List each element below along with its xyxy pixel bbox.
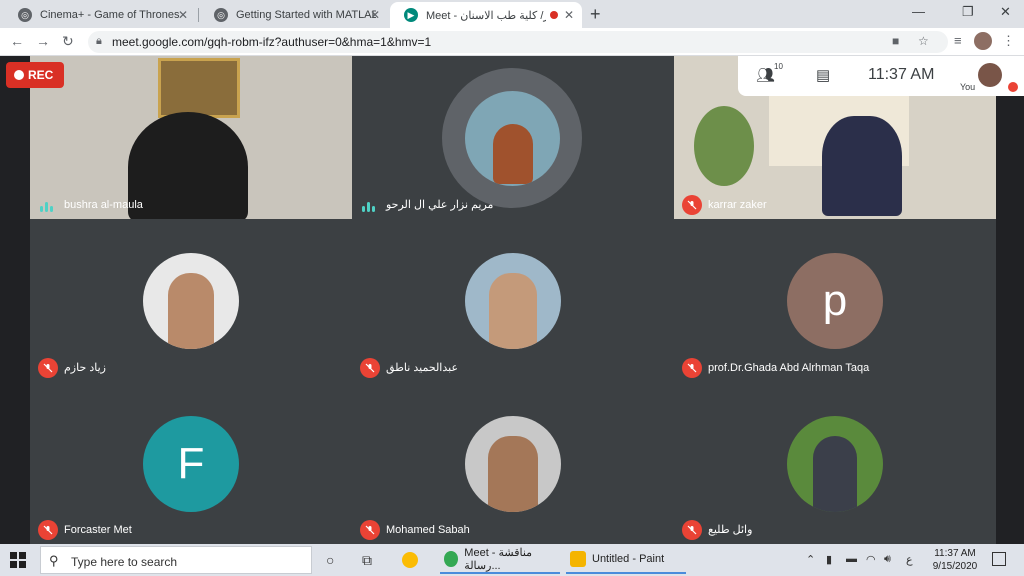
mic-off-icon [38,520,58,540]
participant-tile[interactable]: مريم نزار علي ال الرحو [352,56,674,219]
globe-icon: ◎ [214,8,228,22]
meet-top-bar: 👥︎ 10 ▤ 11:37 AM You [738,56,1024,96]
tab-strip: ◎ Cinema+ - Game of Thrones ✕ ◎ Getting … [0,0,1024,28]
participant-avatar [143,253,239,349]
people-icon[interactable]: 👥︎ [756,66,775,84]
close-window-icon[interactable]: ✕ [1000,4,1011,20]
task-view-icon[interactable]: ⧉ [362,552,372,569]
participant-avatar: F [143,416,239,512]
participant-avatar [465,416,561,512]
wifi-icon[interactable]: ◠ [866,553,876,566]
recording-badge: REC [6,62,64,88]
system-clock[interactable]: 11:37 AM 9/15/2020 [920,547,990,573]
chrome-icon[interactable] [402,552,418,568]
person-silhouette [128,112,248,219]
mic-active-icon [362,198,376,212]
minimize-icon[interactable]: — [912,4,925,19]
restore-icon[interactable]: ❐ [962,4,974,20]
tab-divider [198,8,199,22]
reload-icon[interactable]: ↻ [62,33,74,50]
participant-tile[interactable]: bushra al-maula [30,56,352,219]
participant-tile[interactable]: وائل طليع [674,382,996,544]
plant [694,106,754,186]
participant-tile[interactable]: زياد حازم [30,219,352,382]
lock-icon: 🔒︎ [96,35,102,47]
menu-icon[interactable]: ⋮ [1002,33,1015,49]
new-tab-button[interactable]: + [590,4,601,25]
participant-avatar [465,253,561,349]
recording-dot-icon [550,11,558,19]
chevron-up-icon[interactable]: ⌃ [806,553,815,566]
media-control-icon[interactable]: ≡ [954,33,962,48]
mic-off-icon [682,358,702,378]
tab-cinema[interactable]: ◎ Cinema+ - Game of Thrones ✕ [4,2,196,28]
notification-center-icon[interactable] [992,552,1006,566]
taskbar-app-paint[interactable]: Untitled - Paint [566,546,686,574]
language-indicator[interactable]: ع [906,553,913,566]
cortana-icon[interactable]: ○ [326,552,334,568]
close-tab-icon[interactable]: ✕ [178,8,188,22]
person-silhouette [822,116,902,216]
windows-taskbar: ⚲ Type here to search ○ ⧉ Meet - مناقشة … [0,544,1024,576]
record-dot-icon [14,70,24,80]
mic-active-icon [40,198,54,212]
taskbar-search-box[interactable]: ⚲ Type here to search [40,546,312,574]
wall-frame [158,58,240,118]
meet-grid: bushra al-maula مريم نزار علي ال الرحو k… [0,56,1024,544]
mic-off-icon [682,195,702,215]
star-icon[interactable]: ☆ [918,34,929,48]
participant-tile[interactable]: عبدالحميد ناطق [352,219,674,382]
forward-icon[interactable]: → [36,33,50,49]
mic-off-icon [38,358,58,378]
participant-tile[interactable]: p prof.Dr.Ghada Abd Alrhman Taqa [674,219,996,382]
profile-avatar[interactable] [974,32,992,50]
volume-icon[interactable]: 🔊︎ [884,553,891,566]
battery-icon[interactable]: ▬ [846,553,857,565]
camera-icon[interactable]: ■ [892,34,899,48]
mic-off-icon [360,520,380,540]
tab-meet[interactable]: ▶ Meet - ماجستير/ كلية طب الاسنان ✕ [390,2,582,28]
network-icon[interactable]: ▮ [826,553,832,566]
participant-tile[interactable]: Mohamed Sabah [352,382,674,544]
participant-tile[interactable]: F Forcaster Met [30,382,352,544]
taskbar-app-meet[interactable]: Meet - مناقشة رسالة... [440,546,560,574]
address-bar[interactable]: 🔒︎ meet.google.com/gqh-robm-ifz?authuser… [88,31,948,53]
self-avatar[interactable] [978,63,1002,87]
meet-icon: ▶ [404,8,418,22]
notification-badge [1008,82,1018,92]
participant-avatar [787,416,883,512]
participant-avatar: p [787,253,883,349]
back-icon[interactable]: ← [10,33,24,49]
chrome-icon [444,551,459,567]
paint-icon [570,551,586,567]
tab-matlab[interactable]: ◎ Getting Started with MATLAB_A ✕ [200,2,388,28]
windows-start-icon[interactable] [10,552,26,568]
chat-icon[interactable]: ▤ [816,66,830,84]
participant-avatar [465,91,560,186]
browser-toolbar: ← → ↻ 🔒︎ meet.google.com/gqh-robm-ifz?au… [0,28,1024,56]
globe-icon: ◎ [18,8,32,22]
mic-off-icon [682,520,702,540]
mic-off-icon [360,358,380,378]
close-tab-icon[interactable]: ✕ [564,8,574,22]
search-icon: ⚲ [49,553,59,568]
close-tab-icon[interactable]: ✕ [370,8,380,22]
